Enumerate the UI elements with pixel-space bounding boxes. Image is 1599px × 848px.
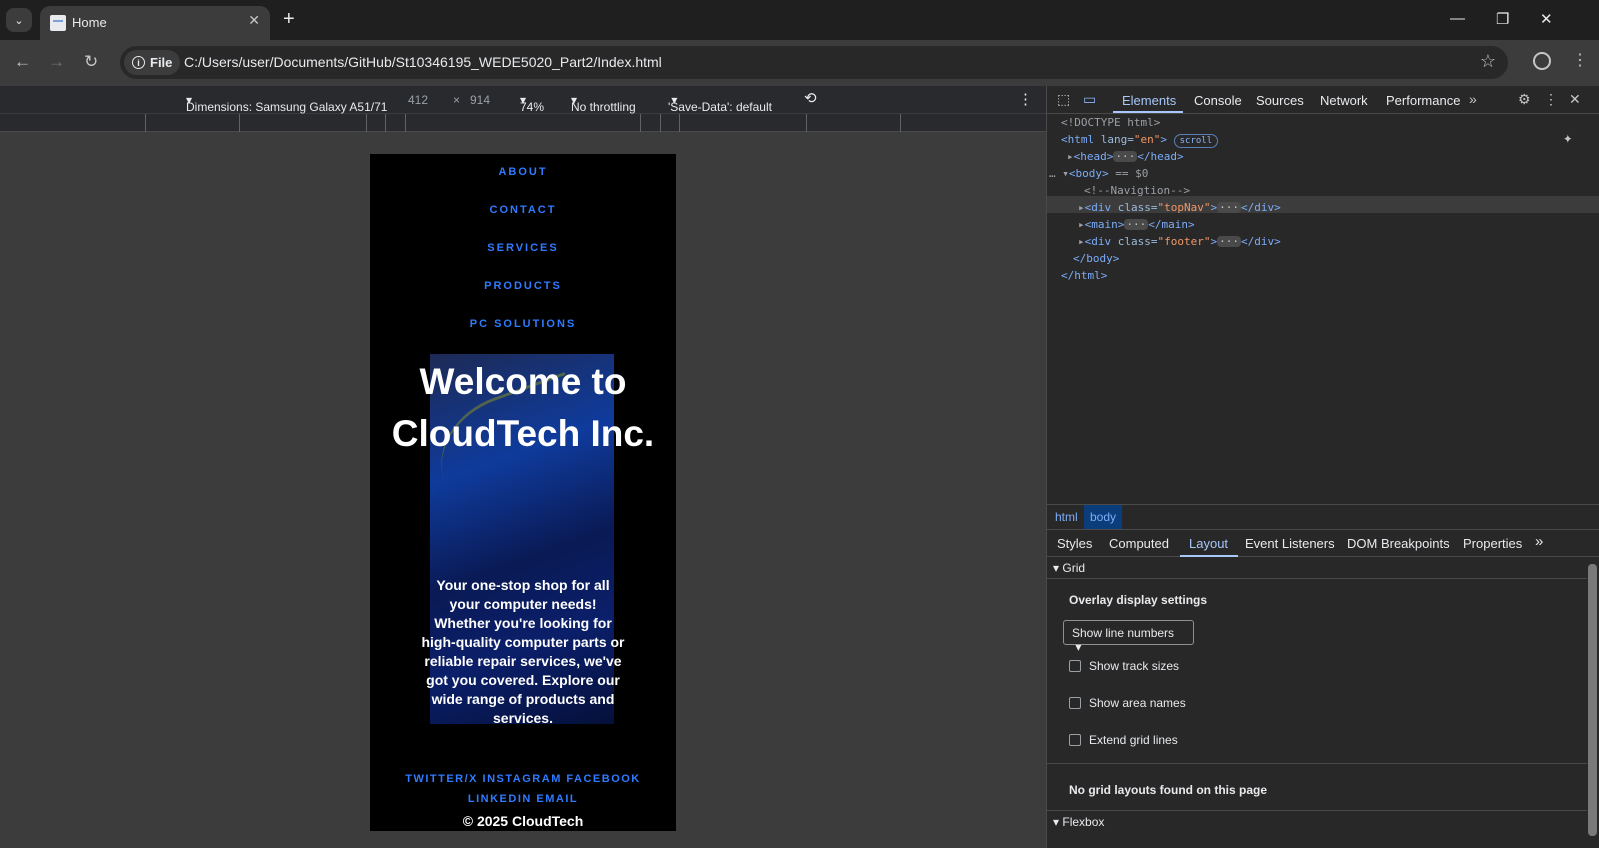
inspect-element-icon[interactable]: ⬚ bbox=[1057, 91, 1070, 108]
profile-icon[interactable] bbox=[1533, 52, 1551, 70]
save-data-select[interactable]: 'Save-Data': default ▾ bbox=[668, 93, 772, 114]
footer-copyright: © 2025 CloudTech bbox=[462, 813, 584, 829]
close-window-icon[interactable]: ✕ bbox=[1540, 10, 1553, 28]
zoom-select[interactable]: 74% ▾ bbox=[520, 93, 544, 114]
dom-doctype: <!DOCTYPE html> bbox=[1061, 116, 1161, 129]
more-options-icon[interactable]: ⋮ bbox=[1018, 90, 1033, 108]
close-tab-icon[interactable]: ✕ bbox=[248, 12, 260, 29]
height-input[interactable]: 914 bbox=[470, 93, 490, 107]
close-devtools-icon[interactable]: ✕ bbox=[1569, 91, 1581, 108]
show-track-sizes-checkbox[interactable]: Show track sizes bbox=[1069, 659, 1179, 673]
mobile-page: ABOUT CONTACT SERVICES PRODUCTS PC SOLUT… bbox=[370, 154, 676, 831]
reload-icon[interactable]: ↻ bbox=[84, 52, 98, 72]
sidebar-panel-tabs: Styles Computed Layout Event Listeners D… bbox=[1047, 529, 1599, 557]
dom-tree: <!DOCTYPE html> <html lang="en"> scroll … bbox=[1047, 116, 1599, 504]
layout-pane: ▾ Grid Overlay display settings Show lin… bbox=[1047, 558, 1587, 848]
tab-event-listeners[interactable]: Event Listeners bbox=[1245, 536, 1335, 551]
browser-toolbar: ← → ↻ i File C:/Users/user/Documents/Git… bbox=[0, 40, 1599, 86]
extend-grid-lines-checkbox[interactable]: Extend grid lines bbox=[1069, 733, 1178, 747]
site-info-chip[interactable]: i File bbox=[124, 50, 181, 75]
url-text[interactable]: C:/Users/user/Documents/GitHub/St1034619… bbox=[184, 54, 662, 70]
breadcrumb-body[interactable]: body bbox=[1084, 505, 1123, 529]
info-icon: i bbox=[132, 56, 145, 69]
tab-strip: ⌄ Home ✕ + — ❐ ✕ bbox=[0, 0, 1599, 40]
tab-search-chevron-icon[interactable]: ⌄ bbox=[6, 8, 32, 32]
device-toolbar: Dimensions: Samsung Galaxy A51/71 ▾ 412 … bbox=[0, 86, 1046, 114]
new-tab-icon[interactable]: + bbox=[283, 9, 295, 29]
no-grid-message: No grid layouts found on this page bbox=[1069, 783, 1267, 797]
overlay-settings-label: Overlay display settings bbox=[1069, 593, 1208, 607]
device-toolbar-icon[interactable]: ▭ bbox=[1083, 91, 1096, 108]
grid-section-header[interactable]: ▾ Grid bbox=[1053, 561, 1085, 575]
restore-icon[interactable]: ❐ bbox=[1496, 10, 1509, 28]
tab-sources[interactable]: Sources bbox=[1256, 93, 1304, 108]
throttling-select[interactable]: No throttling ▾ bbox=[571, 93, 636, 114]
back-icon[interactable]: ← bbox=[14, 52, 31, 72]
device-select[interactable]: Dimensions: Samsung Galaxy A51/71 ▾ bbox=[186, 93, 387, 114]
devtools-menu-icon[interactable]: ⋮ bbox=[1544, 91, 1558, 108]
device-viewport: Dimensions: Samsung Galaxy A51/71 ▾ 412 … bbox=[0, 86, 1046, 848]
breadcrumb-html[interactable]: html bbox=[1055, 510, 1078, 524]
browser-tab[interactable]: Home ✕ bbox=[40, 6, 270, 40]
width-input[interactable]: 412 bbox=[408, 93, 428, 107]
minimize-icon[interactable]: — bbox=[1450, 10, 1465, 27]
dom-head-node[interactable]: ▸<head> ··· </head> bbox=[1067, 150, 1184, 163]
url-scheme: File bbox=[150, 55, 173, 70]
dom-comment[interactable]: <!--Navigtion--> bbox=[1084, 184, 1190, 197]
social-links-row-2[interactable]: LINKEDIN EMAIL bbox=[370, 793, 676, 805]
bookmark-star-icon[interactable]: ☆ bbox=[1480, 51, 1496, 72]
dom-body-node[interactable]: … ▾<body> == $0 bbox=[1049, 167, 1148, 180]
dom-body-close[interactable]: </body> bbox=[1073, 252, 1119, 265]
nav-products-link[interactable]: PRODUCTS bbox=[370, 280, 676, 292]
flexbox-section-header[interactable]: ▾ Flexbox bbox=[1053, 815, 1104, 829]
dom-main-node[interactable]: ▸<main> ··· </main> bbox=[1078, 218, 1195, 231]
hero-text: Your one-stop shop for all your computer… bbox=[421, 577, 625, 726]
layout-scrollbar[interactable] bbox=[1588, 564, 1597, 836]
tab-performance[interactable]: Performance bbox=[1386, 93, 1460, 108]
forward-icon[interactable]: → bbox=[48, 52, 65, 72]
dom-html-node[interactable]: <html lang="en"> scroll bbox=[1061, 133, 1219, 148]
accessibility-icon[interactable]: ✦ bbox=[1563, 128, 1573, 147]
scroll-badge[interactable]: scroll bbox=[1173, 134, 1219, 148]
more-tabs-icon[interactable]: » bbox=[1469, 91, 1477, 107]
dom-html-close[interactable]: </html> bbox=[1061, 269, 1107, 282]
nav-services-link[interactable]: SERVICES bbox=[370, 242, 676, 254]
tab-title: Home bbox=[72, 15, 107, 30]
media-query-ruler[interactable] bbox=[0, 114, 1046, 132]
tab-styles[interactable]: Styles bbox=[1057, 536, 1092, 551]
nav-contact-link[interactable]: CONTACT bbox=[370, 204, 676, 216]
tab-dom-breakpoints[interactable]: DOM Breakpoints bbox=[1347, 536, 1450, 551]
nav-pc-solutions-link[interactable]: PC SOLUTIONS bbox=[370, 318, 676, 330]
show-area-names-checkbox[interactable]: Show area names bbox=[1069, 696, 1186, 710]
tab-properties[interactable]: Properties bbox=[1463, 536, 1522, 551]
devtools-panel: ⬚ ▭ Elements Console Sources Network Per… bbox=[1046, 86, 1599, 848]
settings-gear-icon[interactable]: ⚙ bbox=[1518, 91, 1531, 108]
devtools-tabs: ⬚ ▭ Elements Console Sources Network Per… bbox=[1047, 86, 1599, 114]
dom-topnav-node[interactable]: ▸<div class="topNav"> ··· </div> bbox=[1078, 201, 1281, 214]
address-bar[interactable]: i File C:/Users/user/Documents/GitHub/St… bbox=[120, 46, 1508, 79]
dom-footer-node[interactable]: ▸<div class="footer"> ··· </div> bbox=[1078, 235, 1281, 248]
tab-elements[interactable]: Elements bbox=[1122, 93, 1176, 108]
hero-title: Welcome to CloudTech Inc. bbox=[391, 361, 655, 454]
tab-computed[interactable]: Computed bbox=[1109, 536, 1169, 551]
page-favicon-icon bbox=[50, 15, 66, 31]
breadcrumb: html body bbox=[1047, 504, 1599, 529]
more-panel-tabs-icon[interactable]: » bbox=[1535, 533, 1543, 550]
browser-menu-icon[interactable]: ⋮ bbox=[1572, 50, 1588, 70]
tab-network[interactable]: Network bbox=[1320, 93, 1368, 108]
social-links-row-1[interactable]: TWITTER/X INSTAGRAM FACEBOOK bbox=[370, 773, 676, 785]
line-numbers-select[interactable]: Show line numbers ▾ bbox=[1063, 620, 1194, 654]
times-sign: × bbox=[453, 93, 461, 107]
rotate-icon[interactable]: ⟲ bbox=[804, 89, 817, 107]
tab-console[interactable]: Console bbox=[1194, 93, 1242, 108]
nav-about-link[interactable]: ABOUT bbox=[370, 166, 676, 178]
tab-layout[interactable]: Layout bbox=[1189, 536, 1228, 551]
